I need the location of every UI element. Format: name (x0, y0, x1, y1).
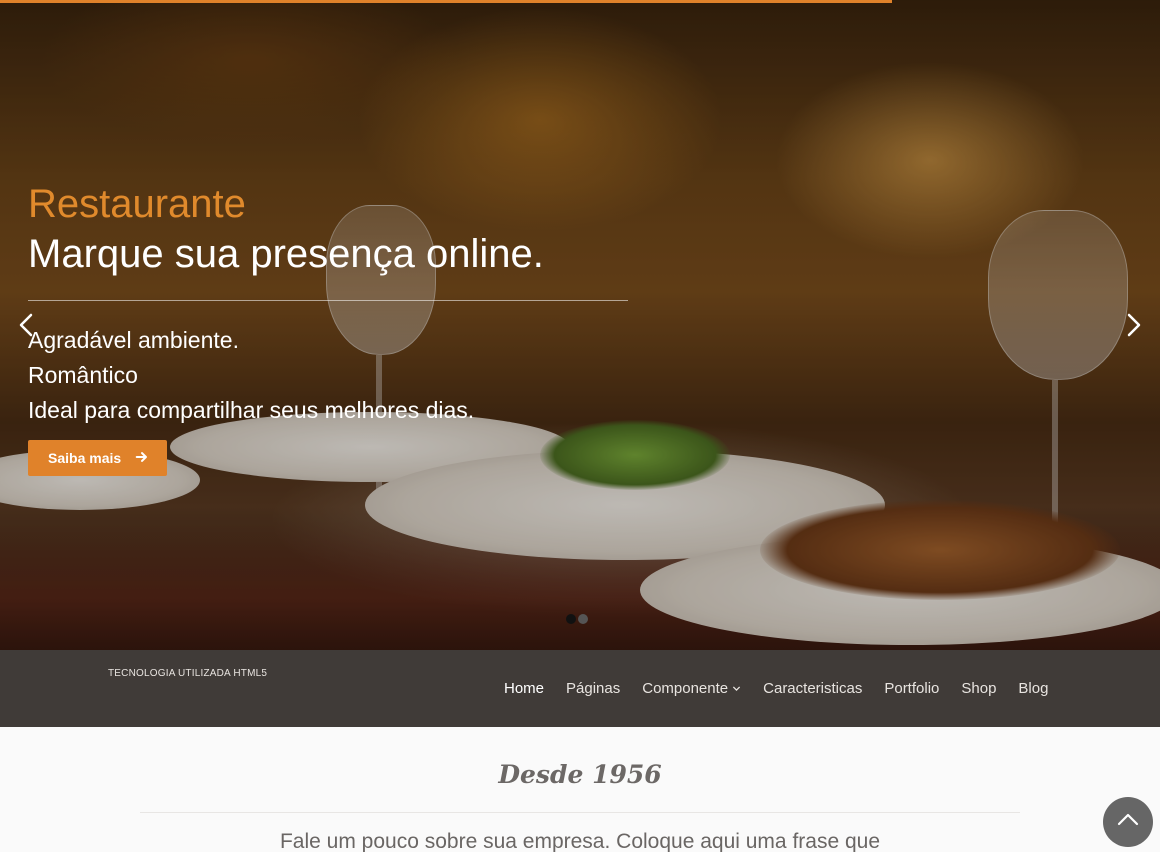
nav-label: Shop (961, 680, 997, 697)
nav-label: Páginas (566, 680, 621, 697)
carousel-indicators (566, 614, 588, 624)
nav-item-shop[interactable]: Shop (961, 680, 996, 697)
hero-title: Marque sua presença online. (28, 232, 544, 276)
nav-label: Portfolio (884, 680, 940, 697)
chevron-right-icon (1120, 313, 1146, 344)
nav-label: Home (504, 680, 545, 697)
carousel-dot-1[interactable] (566, 614, 576, 624)
section-divider (140, 812, 1020, 813)
carousel-dot-2[interactable] (578, 614, 588, 624)
cta-label: Saiba mais (48, 450, 122, 466)
nav-item-portfolio[interactable]: Portfolio (884, 680, 939, 697)
nav-label: Blog (1018, 680, 1049, 697)
chevron-up-icon (1116, 808, 1140, 837)
chevron-down-icon (733, 686, 741, 692)
nav-item-paginas[interactable]: Páginas (566, 680, 620, 697)
back-to-top-button[interactable] (1103, 797, 1153, 847)
hero-divider (28, 300, 628, 301)
chevron-left-icon (14, 313, 40, 344)
nav-label: Componente (642, 680, 729, 697)
saiba-mais-button[interactable]: Saiba mais (28, 440, 168, 476)
hero-description: Agradável ambiente. Romântico Ideal para… (28, 323, 628, 428)
nav-item-componente[interactable]: Componente (642, 680, 741, 697)
hero-caption: Restaurante Marque sua presença online. … (28, 180, 628, 476)
hero-line: Ideal para compartilhar seus melhores di… (28, 397, 475, 423)
nav-menu: Home Páginas Componente Caracteristicas … (504, 680, 1070, 697)
hero-line: Agradável ambiente. (28, 327, 239, 353)
about-text: Fale um pouco sobre sua empresa. Coloque… (279, 830, 881, 852)
about-section: Desde 1956 Fale um pouco sobre sua empre… (0, 727, 1160, 852)
nav-item-caracteristicas[interactable]: Caracteristicas (763, 680, 862, 697)
hero-carousel: Restaurante Marque sua presença online. … (0, 0, 1160, 650)
carousel-prev-button[interactable] (14, 310, 40, 340)
nav-item-blog[interactable]: Blog (1018, 680, 1048, 697)
nav-label: Caracteristicas (763, 680, 863, 697)
hero-line: Romântico (28, 362, 138, 388)
carousel-next-button[interactable] (1120, 310, 1146, 340)
hero-kicker: Restaurante (28, 182, 246, 226)
arrow-right-icon (135, 450, 149, 467)
brand-text[interactable]: TECNOLOGIA UTILIZADA HTML5 (108, 668, 267, 679)
page-progress-bar (0, 0, 892, 3)
nav-item-home[interactable]: Home (504, 680, 544, 697)
main-navbar: TECNOLOGIA UTILIZADA HTML5 Home Páginas … (0, 650, 1160, 727)
since-heading: Desde 1956 (498, 760, 662, 789)
